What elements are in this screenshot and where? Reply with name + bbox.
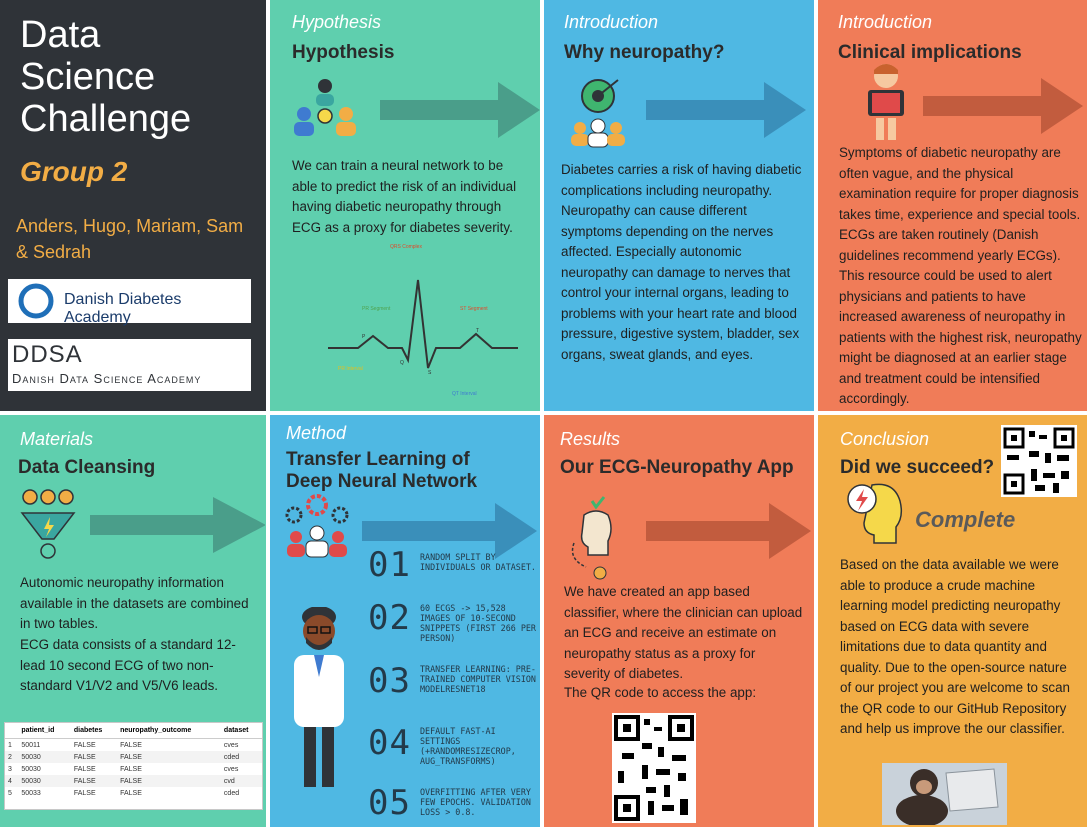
category-label: Method [286,423,347,443]
team-members: Anders, Hugo, Mariam, Sam & Sedrah [16,216,244,262]
materials-text-2: ECG data consists of a standard 12-lead … [20,637,236,693]
clinical-implications-panel: Introduction Clinical implications Sympt… [818,0,1087,411]
panel-heading: Did we succeed? [840,457,995,478]
svg-text:P: P [362,334,366,340]
head-lightning-icon [847,483,903,544]
svg-text:Q: Q [400,360,404,366]
github-qr-code-icon[interactable] [1001,425,1077,497]
step-text: Transfer learning: Pre-trained computer … [420,664,536,694]
step-text: Overfitting after very few epochs. Valid… [420,787,531,817]
conclusion-panel: Conclusion Did we succeed? Complete Base… [818,415,1087,827]
svg-text:ST Segment: ST Segment [460,306,488,312]
app-qr-code-icon[interactable] [612,713,696,823]
category-label: Materials [20,429,94,449]
hypothesis-panel: Hypothesis Hypothesis We can train a neu… [270,0,540,411]
lightbulb-funnel-icon [20,489,76,559]
step-number: 05 [368,783,411,823]
svg-text:S: S [428,370,432,376]
right-arrow-icon [923,78,1083,134]
table-row: 4 50030 FALSE FALSE cvd [5,775,262,787]
ddsa-logo: DDSA Danish Data Science Academy [8,339,251,391]
table-row: 2 50030 FALSE FALSE cded [5,751,262,763]
head-check-icon [571,496,612,580]
svg-text:T: T [476,328,479,334]
people-lightbulb-icon [294,79,356,136]
step-number: 03 [368,661,411,701]
svg-text:PR Interval: PR Interval [338,366,363,372]
table-row: 1 50011 FALSE FALSE cves [8,741,239,749]
svg-text:QRS Complex: QRS Complex [390,244,422,250]
step-text: Default fast-ai settings (+RandomResizeC… [420,726,516,766]
table-header: neuropathy_outcome [117,723,221,739]
panel-heading: Why neuropathy? [564,42,725,63]
panel-heading: Hypothesis [292,42,395,63]
table-row: 3 50030 FALSE FALSE cves [8,765,239,773]
monkey-laptop-image [882,763,1007,827]
panel-heading: Clinical implications [838,42,1022,63]
step-number: 02 [368,598,411,638]
svg-text:PR Segment: PR Segment [362,306,391,312]
table-header-row: patient_id diabetes neuropathy_outcome d… [5,723,262,739]
results-text: We have created an app based classifier,… [564,584,803,681]
step-text: 60 ECGs -> 15,528 images of 10-second sn… [420,603,536,643]
category-label: Introduction [838,12,933,32]
right-arrow-icon [646,82,806,138]
category-label: Introduction [564,12,659,32]
category-label: Conclusion [840,429,930,449]
table-header: patient_id [18,723,71,739]
panel-heading: Transfer Learning of Deep Neural Network [286,449,478,492]
intro-text: Diabetes carries a risk of having diabet… [561,162,802,362]
method-panel: Method Transfer Learning of Deep Neural … [270,415,540,827]
dataset-preview-table: patient_id diabetes neuropathy_outcome d… [4,722,263,810]
poster-title: Data Science Challenge [20,14,192,140]
step-number: 01 [368,545,411,585]
materials-text-1: Autonomic neuropathy information availab… [20,575,249,631]
conclusion-text: Based on the data available we were able… [840,557,1070,736]
category-label: Hypothesis [292,12,382,32]
right-arrow-icon [646,503,811,559]
ecg-diagram: QRS Complex PR Segment ST Segment P T Q … [328,244,518,397]
introduction-panel: Introduction Why neuropathy? Diabetes ca… [544,0,814,411]
right-arrow-icon [380,82,540,138]
step-text: Random split by individuals or dataset. [420,552,536,572]
svg-text:QT Interval: QT Interval [452,391,477,397]
doctor-icon [294,607,344,787]
gears-people-icon [285,494,349,558]
clinical-text: Symptoms of diabetic neuropathy are ofte… [839,145,1082,406]
hypothesis-text: We can train a neural network to be able… [292,158,517,235]
table-header [5,723,19,739]
step-number: 04 [368,723,411,763]
category-label: Results [560,429,621,449]
materials-panel: Materials Data Cleansing Autonomic neuro… [0,415,266,827]
status-complete: Complete [915,507,1016,532]
table-header: diabetes [70,723,118,739]
title-panel: Data Science Challenge Group 2 Anders, H… [0,0,266,411]
right-arrow-icon [90,497,265,553]
qr-label: The QR code to access the app: [564,685,757,700]
panel-heading: Data Cleansing [18,457,156,478]
danish-diabetes-academy-logo: Danish Diabetes Academy [8,279,251,326]
results-panel: Results Our ECG-Neuropathy App We have c… [544,415,814,827]
target-people-icon [571,79,625,148]
table-header: dataset [220,723,262,739]
body-xray-icon [868,64,904,140]
panel-heading: Our ECG-Neuropathy App [560,457,794,478]
group-label: Group 2 [20,156,128,187]
table-row: 5 50033 FALSE FALSE cded [8,789,240,797]
